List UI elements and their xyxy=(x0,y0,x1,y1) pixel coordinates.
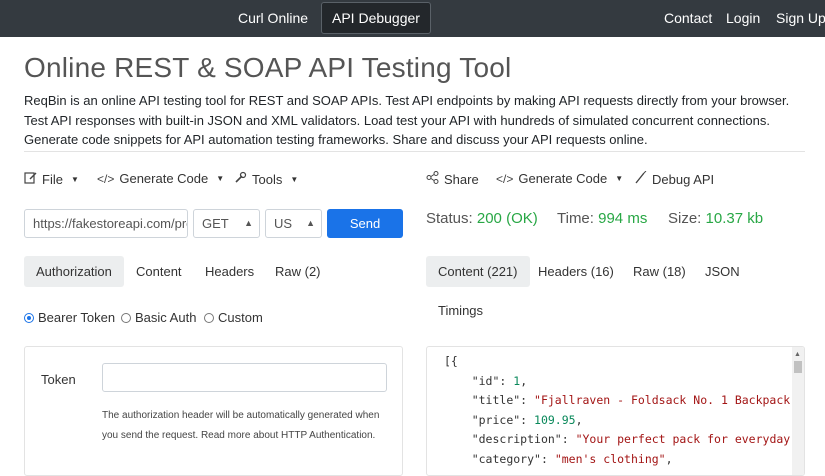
method-select[interactable]: GET ▲ xyxy=(193,209,260,238)
scroll-up-icon: ▲ xyxy=(794,351,801,358)
tab-response-headers[interactable]: Headers (16) xyxy=(526,256,626,287)
token-label: Token xyxy=(41,372,76,387)
token-input[interactable] xyxy=(102,363,387,392)
caret-down-icon: ▼ xyxy=(70,174,79,184)
nav-login[interactable]: Login xyxy=(726,0,760,37)
share-button[interactable]: Share xyxy=(426,171,479,187)
auth-panel: Token The authorization header will be a… xyxy=(24,346,403,476)
nav-contact[interactable]: Contact xyxy=(664,0,712,37)
json-viewer: [{ "id": 1, "title": "Fjallraven - Folds… xyxy=(444,354,798,466)
method-value: GET xyxy=(202,216,229,231)
tab-authorization[interactable]: Authorization xyxy=(24,256,124,287)
tools-menu[interactable]: Tools ▼ xyxy=(234,171,298,187)
response-body[interactable]: [{ "id": 1, "title": "Fjallraven - Folds… xyxy=(426,346,805,476)
time-label: Time: xyxy=(557,210,594,227)
tab-response-raw[interactable]: Raw (18) xyxy=(621,256,698,287)
scrollbar[interactable]: ▲ xyxy=(792,347,804,475)
radio-unchecked-icon xyxy=(204,312,214,323)
wrench-icon xyxy=(234,171,247,187)
generate-code-label: Generate Code xyxy=(518,171,608,186)
radio-basic-auth[interactable]: Basic Auth xyxy=(121,310,196,325)
status-label: Status: xyxy=(426,210,473,227)
radio-bearer-token[interactable]: Bearer Token xyxy=(24,310,115,325)
json-key: "title" xyxy=(471,393,521,407)
tab-headers[interactable]: Headers xyxy=(193,256,266,287)
radio-label: Bearer Token xyxy=(38,310,116,325)
code-icon: </> xyxy=(97,171,115,186)
select-arrows-icon: ▲ xyxy=(244,218,253,228)
json-value: "Fjallraven - Foldsack No. 1 Backpack, xyxy=(534,393,798,407)
size-value: 10.37 kb xyxy=(705,210,764,227)
tab-content[interactable]: Content xyxy=(124,256,194,287)
tab-response-content[interactable]: Content (221) xyxy=(426,256,530,287)
wand-icon xyxy=(634,170,647,187)
status-indicator: Status: 200 (OK) xyxy=(426,209,538,229)
json-value: 109.95 xyxy=(534,412,576,427)
radio-custom[interactable]: Custom xyxy=(204,310,263,325)
json-key: "description" xyxy=(471,432,562,446)
caret-down-icon: ▼ xyxy=(290,174,299,184)
size-indicator: Size: 10.37 kb xyxy=(668,209,763,229)
size-label: Size: xyxy=(668,210,702,227)
caret-down-icon: ▼ xyxy=(615,174,624,183)
generate-code-menu-left[interactable]: </> Generate Code ▼ xyxy=(97,171,224,186)
generate-code-label: Generate Code xyxy=(119,171,209,186)
debug-api-label: Debug API xyxy=(652,171,715,187)
tools-label: Tools xyxy=(252,171,283,187)
tab-response-json[interactable]: JSON xyxy=(693,256,752,287)
file-menu[interactable]: File ▼ xyxy=(24,171,79,187)
send-button[interactable]: Send xyxy=(327,209,403,238)
code-icon: </> xyxy=(496,171,514,186)
page-description: ReqBin is an online API testing tool for… xyxy=(24,93,790,147)
json-open: [{ xyxy=(444,354,458,368)
edit-icon xyxy=(24,171,37,187)
time-value: 994 ms xyxy=(598,210,648,227)
json-value: "men's clothing" xyxy=(554,451,666,466)
nav-api-debugger[interactable]: API Debugger xyxy=(321,2,431,34)
url-input[interactable]: https://fakestoreapi.com/products xyxy=(24,209,188,238)
status-value: 200 (OK) xyxy=(476,210,538,227)
json-value: 1 xyxy=(513,373,521,388)
radio-checked-icon xyxy=(24,312,34,323)
time-indicator: Time: 994 ms xyxy=(557,209,647,229)
region-value: US xyxy=(274,216,293,231)
json-key: "price" xyxy=(471,412,521,427)
nav-curl-online[interactable]: Curl Online xyxy=(238,0,308,37)
page-title: Online REST & SOAP API Testing Tool xyxy=(24,52,512,83)
share-icon xyxy=(426,171,439,187)
json-key: "category" xyxy=(471,451,541,466)
radio-label: Custom xyxy=(218,310,263,325)
json-value: "Your perfect pack for everyday xyxy=(575,432,791,446)
tab-raw[interactable]: Raw (2) xyxy=(263,256,333,287)
scrollbar-thumb[interactable] xyxy=(794,361,802,373)
divider xyxy=(24,151,805,152)
top-navbar: Curl Online API Debugger Contact Login S… xyxy=(0,0,825,37)
generate-code-menu-right[interactable]: </> Generate Code ▼ xyxy=(496,171,623,186)
file-menu-label: File xyxy=(42,171,63,187)
radio-label: Basic Auth xyxy=(135,310,197,325)
tab-response-timings[interactable]: Timings xyxy=(426,295,495,326)
caret-down-icon: ▼ xyxy=(216,174,225,183)
json-key: "id" xyxy=(471,373,500,388)
nav-sign-up[interactable]: Sign Up xyxy=(776,0,825,37)
region-select[interactable]: US ▲ xyxy=(265,209,322,238)
share-label: Share xyxy=(444,171,479,187)
auth-note: The authorization header will be automat… xyxy=(102,410,380,441)
radio-unchecked-icon xyxy=(121,312,131,323)
debug-api-button[interactable]: Debug API xyxy=(634,170,715,187)
select-arrows-icon: ▲ xyxy=(306,218,315,228)
